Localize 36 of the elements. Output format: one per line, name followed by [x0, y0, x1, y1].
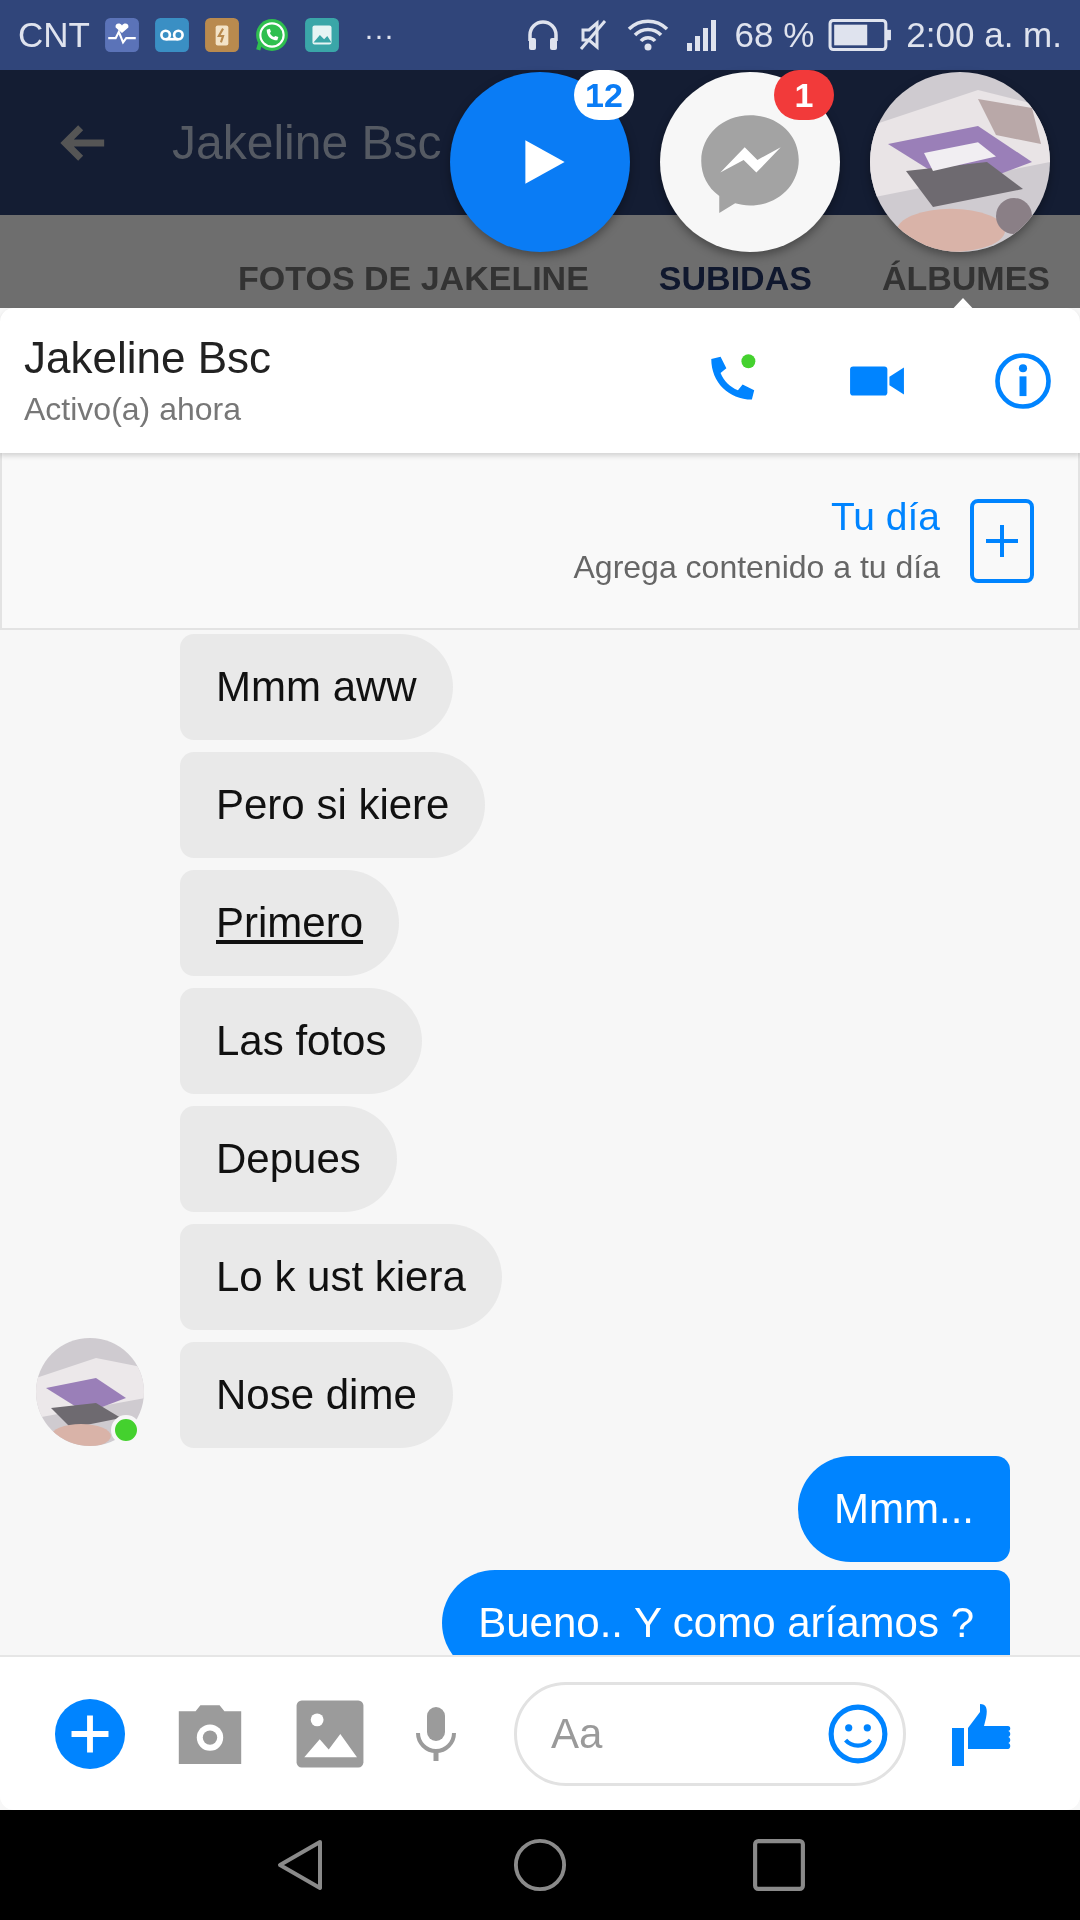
count-badge: 1	[774, 70, 834, 120]
message-bubble[interactable]: Nose dime	[180, 1342, 453, 1448]
battery-percent: 68 %	[734, 15, 815, 55]
page-title: Jakeline Bsc	[172, 115, 442, 170]
battery-icon	[828, 17, 893, 53]
tab[interactable]: SUBIDAS	[658, 259, 812, 298]
more-notifications: ···	[363, 18, 394, 52]
message-input[interactable]: Aa	[549, 1708, 827, 1759]
message-bubble[interactable]: Depues	[180, 1106, 397, 1212]
message-bubble[interactable]: Mmm...	[798, 1456, 1010, 1562]
emoji-icon[interactable]	[827, 1702, 889, 1765]
voicemail-icon	[153, 17, 190, 53]
active-status: Activo(a) ahora	[24, 391, 242, 428]
message-field[interactable]: Aa	[514, 1681, 906, 1786]
plus-icon[interactable]	[54, 1697, 126, 1770]
info-icon[interactable]	[994, 351, 1052, 410]
carrier-name: CNT	[18, 15, 90, 55]
chat-app-icon	[253, 17, 290, 53]
contact-name: Jakeline Bsc	[24, 333, 272, 383]
message-bubble[interactable]: Mmm aww	[180, 634, 453, 740]
clock: 2:00 a. m.	[906, 15, 1062, 55]
play-icon	[523, 138, 567, 186]
message-bubble[interactable]: Pero si kiere	[180, 752, 486, 858]
tab[interactable]: FOTOS DE JAKELINE	[238, 259, 589, 298]
tab[interactable]: ÁLBUMES	[881, 259, 1050, 298]
health-app-icon	[103, 17, 140, 53]
gallery-app-icon	[303, 17, 340, 53]
message-bubble[interactable]: Bueno.. Y como aríamos ?	[442, 1570, 1010, 1655]
message-bubble[interactable]: Lo k ust kiera	[180, 1224, 502, 1330]
message-bubble[interactable]: Primero	[180, 870, 400, 976]
message-bubble[interactable]: Las fotos	[180, 988, 423, 1094]
recents-icon[interactable]	[752, 1838, 806, 1892]
story-subtitle: Agrega contenido a tu día	[573, 549, 940, 586]
battery-app-icon	[203, 17, 240, 53]
home-icon[interactable]	[513, 1838, 567, 1892]
story-title[interactable]: Tu día	[830, 495, 940, 539]
